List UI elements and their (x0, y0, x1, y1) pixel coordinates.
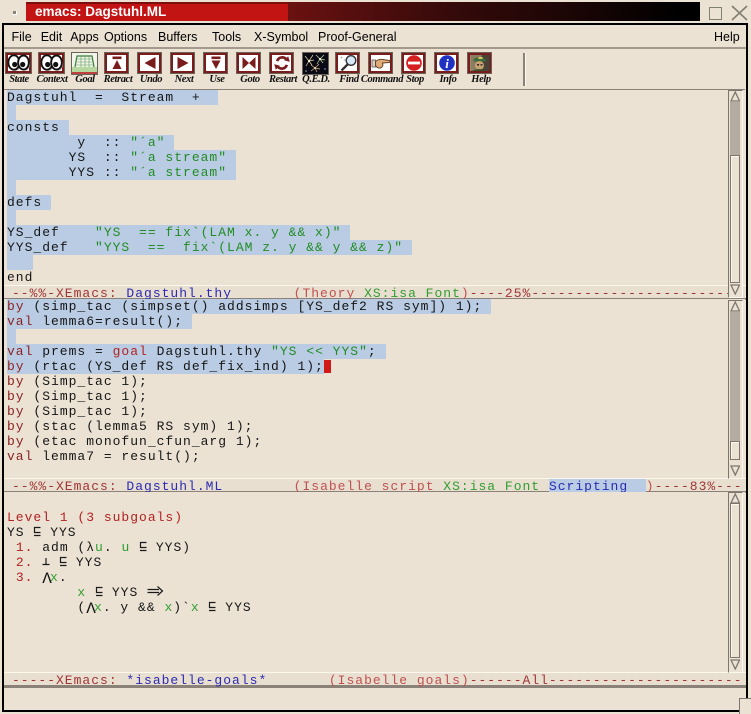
svg-text:i: i (445, 56, 449, 71)
